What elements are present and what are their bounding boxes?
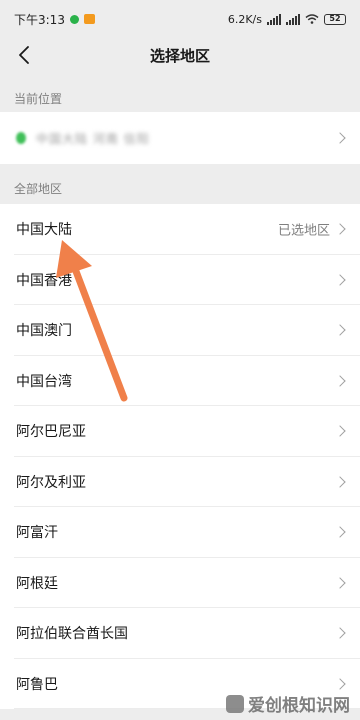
chevron-right-icon [334,627,346,639]
region-name: 阿根廷 [16,575,58,592]
chevron-right-icon [334,132,346,144]
chevron-right-icon [334,678,346,690]
app-notification-icon-2 [83,14,95,24]
region-item-algeria[interactable]: 阿尔及利亚 [0,457,360,508]
chevron-right-icon [334,425,346,437]
region-name: 中国台湾 [16,373,72,390]
selected-region-label: 已选地区 [277,223,330,239]
status-bar: 下午3:13 6.2K/s 52 [0,0,360,38]
region-name: 阿鲁巴 [16,676,58,693]
status-right: 6.2K/s 52 [228,13,346,26]
region-item-macau[interactable]: 中国澳门 [0,305,360,356]
section-label-current: 当前位置 [14,92,63,106]
app-notification-icon [69,14,79,24]
region-name: 中国澳门 [16,323,72,340]
network-speed: 6.2K/s [227,12,262,26]
battery-icon: 52 [324,13,346,25]
wifi-icon [305,14,319,24]
signal-icon [267,13,281,25]
current-location-row[interactable]: 中国大陆 河南 信阳 [0,112,360,164]
region-item-mainland[interactable]: 中国大陆 已选地区 [0,204,360,255]
region-item-argentina[interactable]: 阿根廷 [0,558,360,609]
location-pin-icon [16,132,26,144]
section-label-all: 全部地区 [14,182,63,196]
region-item-afghanistan[interactable]: 阿富汗 [0,507,360,558]
region-name: 中国大陆 [16,222,72,239]
nav-bar: 选择地区 [0,38,360,72]
region-name: 中国香港 [16,272,72,289]
status-time: 下午3:13 [14,12,65,27]
region-name: 阿富汗 [16,525,58,542]
watermark: 爱创根知识网 [226,691,350,716]
watermark-text: 爱创根知识网 [248,696,350,716]
region-item-albania[interactable]: 阿尔巴尼亚 [0,406,360,457]
region-item-uae[interactable]: 阿拉伯联合酋长国 [0,608,360,659]
region-item-taiwan[interactable]: 中国台湾 [0,356,360,407]
chevron-right-icon [334,223,346,235]
back-button[interactable] [10,41,38,69]
chevron-right-icon [334,274,346,286]
chevron-right-icon [334,324,346,336]
region-name: 阿尔巴尼亚 [16,424,86,441]
region-name: 阿拉伯联合酋长国 [16,626,128,643]
region-item-hongkong[interactable]: 中国香港 [0,255,360,306]
chevron-right-icon [334,375,346,387]
region-name: 阿尔及利亚 [16,474,86,491]
chevron-right-icon [334,577,346,589]
watermark-logo-icon [226,694,244,713]
current-location-text: 中国大陆 河南 信阳 [36,131,150,146]
chevron-right-icon [334,526,346,538]
chevron-left-icon [19,46,29,64]
page-title: 选择地区 [149,46,210,65]
region-list: 中国大陆 已选地区 中国香港 中国澳门 中国台湾 阿尔巴尼亚 阿尔及利亚 阿富汗… [0,204,360,709]
chevron-right-icon [334,476,346,488]
status-left: 下午3:13 [14,11,95,28]
signal-icon-2 [286,13,300,25]
